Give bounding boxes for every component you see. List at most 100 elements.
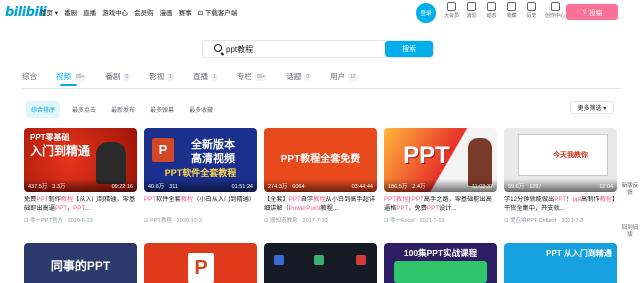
video-thumbnail[interactable]: PPT零基础 入门到精通 437.5万 3.3万 09:22:16	[24, 128, 137, 192]
video-title[interactable]: PPT教程| PPT高手之路，零基础能出高逼格PPT，免费PPT设计...	[384, 196, 497, 213]
nav-link-live[interactable]: 直播	[83, 7, 96, 17]
title-highlight: PPT	[396, 204, 409, 212]
video-thumbnail[interactable]: P 全新版本 高清视频 PPT软件全套教程 40.6万 311 01:51:24	[144, 128, 257, 192]
presenter-figure	[96, 142, 126, 184]
dynamic-icon[interactable]: 动态	[483, 2, 500, 19]
nav-link-manga[interactable]: 漫画	[160, 7, 173, 17]
video-author-date[interactable]: ⊡ 零一Excel · 2021-7-19	[384, 216, 497, 224]
tab-count-badge: 1	[167, 72, 175, 81]
tab-bangumi[interactable]: 番剧 0	[105, 71, 131, 82]
tab-live[interactable]: 直播 1	[193, 71, 218, 82]
video-author-date[interactable]: ⊡ 爱召唤PPT-Delbert · 2021-7-8	[504, 216, 617, 224]
search-input[interactable]	[226, 42, 376, 56]
sort-most-danmaku[interactable]: 最多弹幕	[150, 105, 174, 114]
feedback-button[interactable]: 新版反馈	[621, 183, 639, 197]
video-title[interactable]: 【全套】PPT自学教程从小白到高手超详细讲解（PowerPoint教程...	[264, 196, 377, 213]
tab-article[interactable]: 专栏 99+	[236, 71, 268, 82]
vip-label: 大会员	[443, 13, 459, 19]
video-thumbnail[interactable]: 100集PPT实战课程	[384, 243, 497, 283]
app-icon	[274, 255, 284, 265]
play-count: 59.6万	[508, 184, 525, 190]
nav-link-home[interactable]: 首页 ▾	[40, 7, 58, 17]
video-duration: 11:03:37	[471, 184, 493, 190]
video-stats: 274.3万 6064 03:44:44	[264, 179, 377, 192]
nav-links: 首页 ▾ 番剧 直播 游戏中心 会员购 漫画 赛事 ⊡ 下载客户端	[40, 7, 237, 17]
video-duration: 03:44:44	[351, 184, 373, 190]
upload-icon: ⇪	[581, 9, 588, 16]
video-title[interactable]: 学12分钟就能做出PPT！ppt高制作教程】干货全集中，开支就...	[504, 196, 617, 213]
tab-label: 话题	[286, 72, 302, 81]
play-count: 40.6万	[148, 184, 165, 190]
danmaku-count: 1297	[529, 184, 542, 190]
sort-comprehensive[interactable]: 综合排序	[26, 101, 61, 118]
video-thumbnail[interactable]	[264, 243, 377, 283]
sort-options: 综合排序 最多点击 最新发布 最多弹幕 最多收藏	[26, 101, 228, 118]
play-count: 274.3万	[268, 184, 288, 190]
title-highlight: PPT	[384, 196, 397, 203]
video-thumbnail[interactable]: PPT 从入门到精通	[504, 243, 617, 283]
promo-banner	[394, 261, 487, 283]
download-label: 下载客户端	[204, 10, 238, 17]
nav-link-member-shop[interactable]: 会员购	[134, 7, 154, 17]
title-text: 自学	[300, 196, 314, 203]
tab-film[interactable]: 影视 1	[149, 71, 175, 82]
video-thumbnail[interactable]: PPT教程全套免费 274.3万 6064 03:44:44	[264, 128, 377, 192]
top-navbar: bilibili 首页 ▾ 番剧 直播 游戏中心 会员购 漫画 赛事 ⊡ 下载客…	[0, 0, 641, 24]
vip-icon[interactable]: 大会员	[443, 2, 460, 19]
video-author-date[interactable]: ⊡ 零一PPT官方 · 2020-6-23	[24, 216, 137, 224]
thumb-caption: 高清视频	[191, 153, 235, 165]
title-text: 制作	[48, 196, 61, 203]
message-label: 消息	[466, 13, 477, 19]
tab-count-badge: 0	[123, 72, 131, 81]
video-author-date[interactable]: ⊡ PPT教程 · 2020-12-3	[144, 216, 257, 224]
video-thumbnail[interactable]: 今天我教你 59.6万 1297 12:04	[504, 128, 617, 192]
back-to-old-version-button[interactable]: 回到旧版	[621, 225, 639, 239]
danmaku-count: 311	[169, 184, 178, 190]
upload-button[interactable]: ⇪ 投稿	[566, 4, 618, 20]
danmaku-count: 3.3万	[52, 184, 66, 190]
video-duration: 09:22:16	[111, 184, 133, 190]
title-highlight: PPT	[554, 196, 567, 203]
video-stats: 437.5万 3.3万 09:22:16	[24, 179, 137, 192]
tab-topic[interactable]: 话题 0	[286, 71, 312, 82]
title-text: ...	[84, 204, 90, 212]
creator-icon[interactable]: 创作中心	[543, 2, 567, 19]
video-thumbnail[interactable]: 同事的PPT	[24, 243, 137, 283]
video-title[interactable]: 免费PPT制作教程【从入门到精通，零基础即出高逼PPT，PPT...	[24, 196, 137, 213]
tab-user[interactable]: 用户 12	[330, 71, 358, 82]
app-icon	[356, 255, 366, 265]
sort-newest[interactable]: 最新发布	[111, 105, 135, 114]
tab-all[interactable]: 综合	[22, 71, 37, 82]
title-highlight: PPT	[288, 196, 301, 203]
video-thumbnail[interactable]: P	[144, 243, 257, 283]
title-highlight: PPT	[36, 196, 49, 203]
search-button[interactable]: 搜索	[385, 41, 433, 57]
sort-most-clicks[interactable]: 最多点击	[72, 105, 96, 114]
thumb-caption: PPT软件全套教程	[164, 168, 237, 178]
nav-link-esports[interactable]: 赛事	[179, 7, 192, 17]
history-icon[interactable]: 历史	[523, 2, 540, 19]
active-tab-indicator	[60, 84, 77, 86]
message-icon[interactable]: 消息	[463, 2, 480, 19]
title-highlight: PowerPoint	[288, 204, 321, 212]
sort-most-favorites[interactable]: 最多收藏	[189, 105, 213, 114]
play-count: 186.5万	[388, 184, 408, 190]
tab-video[interactable]: 视频 99+	[56, 71, 87, 82]
app-icon	[314, 255, 324, 265]
video-title[interactable]: PPT软件全套教程（小白从入门到精通）	[144, 196, 257, 213]
tab-count-badge: 0	[304, 72, 312, 81]
video-thumbnail[interactable]: PPT 186.5万 2.4万 11:03:37	[384, 128, 497, 192]
favorite-icon[interactable]: 收藏	[503, 2, 520, 19]
nav-link-download[interactable]: ⊡ 下载客户端	[198, 7, 238, 17]
nav-link-game-center[interactable]: 游戏中心	[102, 7, 128, 17]
login-button[interactable]: 登录	[416, 3, 436, 23]
tab-label: 专栏	[236, 72, 252, 81]
ppt-logo-icon: P	[188, 253, 214, 283]
more-filters-button[interactable]: 更多筛选 ▾	[570, 101, 614, 114]
history-label: 历史	[526, 13, 537, 19]
title-highlight: PPT	[144, 196, 157, 203]
video-author-date[interactable]: ⊡ 顺知道教育 · 2017-7-10	[264, 216, 377, 224]
tab-label: 影视	[149, 72, 165, 81]
title-highlight: 教程	[60, 196, 74, 203]
nav-link-anime[interactable]: 番剧	[64, 7, 77, 17]
